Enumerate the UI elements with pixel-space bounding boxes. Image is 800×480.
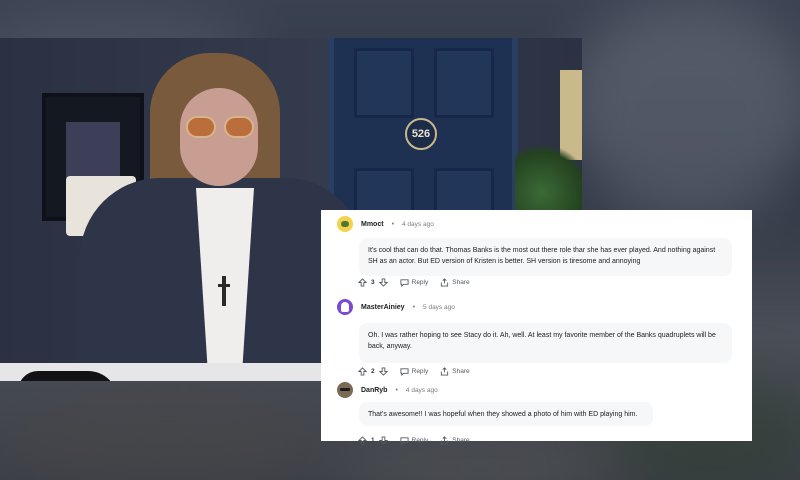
background-blur-region [560,0,800,220]
separator-dot: • [395,386,398,394]
reply-label: Reply [411,437,429,444]
avatar[interactable] [337,216,353,232]
share-icon [441,278,449,287]
reply-label: Reply [411,279,429,286]
comment-header: Mmoct • 4 days ago [337,214,737,234]
vote-count: 2 [371,368,375,375]
reply-label: Reply [411,368,429,375]
reply-button[interactable]: Reply [400,367,429,376]
share-button[interactable]: Share [440,278,470,287]
vote-count: 3 [371,279,375,286]
reply-button[interactable]: Reply [400,436,429,445]
background-blur-region [330,440,630,480]
share-label: Share [452,437,470,444]
upvote-icon[interactable] [358,436,367,445]
background-blur-region [0,390,330,480]
comment-actions: 3 Reply Share [358,278,470,287]
share-button[interactable]: Share [440,436,470,445]
downvote-icon[interactable] [378,436,388,445]
avatar[interactable] [337,299,353,315]
upvote-icon[interactable] [358,278,367,287]
sunglasses-lens [186,116,216,138]
downvote-icon[interactable] [378,278,388,287]
downvote-icon[interactable] [378,367,388,376]
sunglasses [186,116,254,138]
separator-dot: • [412,303,416,311]
door-panel [434,48,494,118]
door-number-plaque: 526 [405,118,437,150]
comment-body: It's cool that can do that. Thomas Banks… [359,238,732,276]
comments-card: Mmoct • 4 days ago It's cool that can do… [321,210,752,445]
reply-button[interactable]: Reply [400,278,429,287]
comment-header: MasterAiniey • 5 days ago [337,297,737,317]
timestamp: 5 days ago [423,303,455,311]
vote-count: 1 [371,437,375,444]
sunglasses-lens [224,116,254,138]
share-icon [441,436,449,445]
reply-icon [400,368,409,376]
upvote-icon[interactable] [358,367,367,376]
comment-body: That's awesome!! I was hopeful when they… [359,402,653,426]
comment-body: Oh. I was rather hoping to see Stacy do … [359,323,732,363]
share-button[interactable]: Share [440,367,470,376]
username[interactable]: MasterAiniey [361,304,405,311]
door-panel [354,48,414,118]
timestamp: 4 days ago [405,386,438,394]
share-label: Share [452,279,470,286]
timestamp: 4 days ago [402,220,434,228]
cross-necklace [218,276,230,306]
share-icon [441,367,449,376]
reply-icon [400,279,409,287]
avatar[interactable] [337,382,353,398]
share-label: Share [452,368,470,375]
username[interactable]: Mmoct [361,221,384,228]
separator-dot: • [391,220,395,228]
reply-icon [400,437,409,445]
comment-actions: 2 Reply Share [358,367,470,376]
username[interactable]: DanRyb [361,387,387,394]
comment-actions: 1 Reply Share [358,436,470,445]
comment-header: DanRyb • 4 days ago [337,380,737,400]
